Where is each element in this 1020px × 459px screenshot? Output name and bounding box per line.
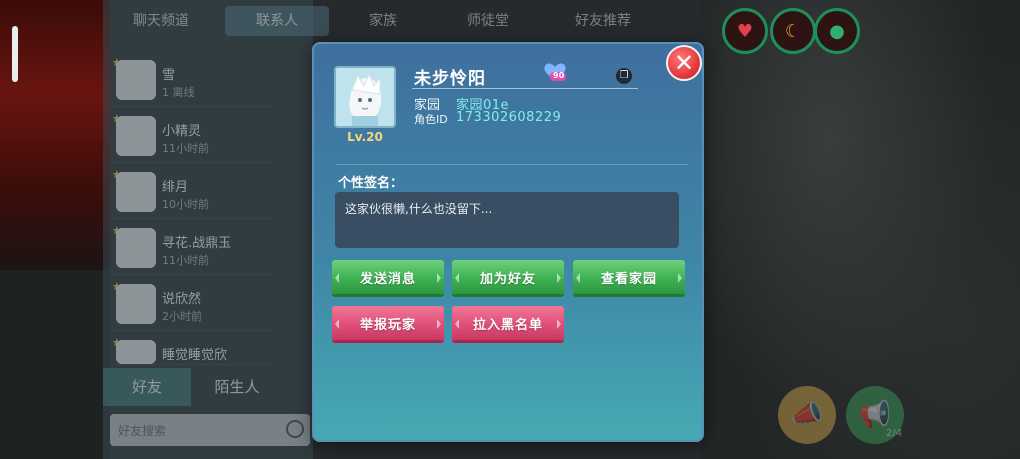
search-placeholder: 好友搜索 <box>118 424 167 438</box>
contact-name: 睡觉睡觉欣 <box>162 348 228 363</box>
arrow-right-icon <box>678 273 682 283</box>
tab-strangers[interactable]: 陌生人 <box>193 368 281 406</box>
tab-contacts[interactable]: 联系人 <box>225 6 329 36</box>
contact-name: 小精灵 <box>162 124 202 139</box>
megaphone-icon[interactable]: 📣 <box>778 386 836 444</box>
avatar <box>116 172 156 212</box>
avatar <box>116 116 156 156</box>
arrow-left-icon <box>576 273 580 283</box>
avatar <box>116 340 156 364</box>
signature-box: 这家伙很懒,什么也没留下... <box>335 192 679 248</box>
action-badge: 2/4 <box>886 428 903 439</box>
contact-status: 10小时前 <box>162 198 209 211</box>
contact-status: 2小时前 <box>162 310 202 323</box>
contact-row[interactable]: ★ 雪 1 离线 <box>112 54 272 107</box>
report-player-button[interactable]: 举报玩家 <box>332 306 444 343</box>
avatar <box>116 284 156 324</box>
arrow-right-icon <box>437 273 441 283</box>
player-level: Lv.20 <box>347 130 383 144</box>
close-button[interactable]: ✕ <box>666 45 702 81</box>
friend-search-input[interactable]: 好友搜索 <box>110 414 310 446</box>
arrow-right-icon <box>557 273 561 283</box>
contact-row[interactable]: ★ 小精灵 11小时前 <box>112 110 272 163</box>
badge-number: 90 <box>553 71 565 80</box>
tab-friend-recommend[interactable]: 好友推荐 <box>553 6 653 36</box>
add-friend-label: 加为好友 <box>479 271 536 287</box>
contact-name: 说欣然 <box>162 292 202 307</box>
arrow-right-icon <box>437 319 441 329</box>
blacklist-button[interactable]: 拉入黑名单 <box>452 306 564 343</box>
contact-status: 1 离线 <box>162 86 195 99</box>
contact-row[interactable]: ★ 寻花.战鼎玉 11小时前 <box>112 222 272 275</box>
name-divider <box>412 88 638 89</box>
top-tab-bar: 聊天频道 联系人 家族 师徒堂 好友推荐 <box>103 0 663 40</box>
arrow-left-icon <box>335 319 339 329</box>
player-name: 未步怜阳 <box>414 69 486 89</box>
send-message-label: 发送消息 <box>359 271 416 287</box>
arrow-left-icon <box>455 319 459 329</box>
contact-row[interactable]: ★ 睡觉睡觉欣 <box>112 334 272 365</box>
role-id-value: 173302608229 <box>456 110 562 125</box>
scroll-indicator[interactable] <box>12 26 18 82</box>
avatar <box>116 228 156 268</box>
report-player-label: 举报玩家 <box>359 317 416 333</box>
signature-text: 这家伙很懒,什么也没留下... <box>345 202 493 216</box>
copy-icon[interactable]: ❐ <box>616 68 632 84</box>
bottom-tab-bar: 好友 陌生人 <box>103 368 313 406</box>
view-home-label: 查看家园 <box>600 271 657 287</box>
contact-name: 寻花.战鼎玉 <box>162 236 232 251</box>
add-friend-button[interactable]: 加为好友 <box>452 260 564 297</box>
arrow-left-icon <box>335 273 339 283</box>
tab-family[interactable]: 家族 <box>343 6 423 36</box>
moon-icon[interactable]: ☾ <box>770 8 816 54</box>
view-home-button[interactable]: 查看家园 <box>573 260 685 297</box>
heart-icon[interactable]: ♥ <box>722 8 768 54</box>
blacklist-label: 拉入黑名单 <box>472 317 543 333</box>
background-shadow <box>0 270 110 459</box>
contact-name: 绯月 <box>162 180 189 195</box>
arrow-right-icon <box>557 319 561 329</box>
drop-icon[interactable]: ● <box>814 8 860 54</box>
search-icon[interactable] <box>286 420 304 438</box>
tab-mentor[interactable]: 师徒堂 <box>443 6 533 36</box>
contact-name: 雪 <box>162 68 176 83</box>
section-divider <box>336 164 688 165</box>
contact-status: 11小时前 <box>162 254 209 267</box>
contact-status: 11小时前 <box>162 142 209 155</box>
role-id-label: 角色ID <box>414 113 448 126</box>
signature-label: 个性签名： <box>338 176 404 191</box>
send-message-button[interactable]: 发送消息 <box>332 260 444 297</box>
tab-friends[interactable]: 好友 <box>103 368 191 406</box>
close-icon: ✕ <box>673 49 695 77</box>
player-avatar-art <box>336 68 394 126</box>
tab-chat-channel[interactable]: 聊天频道 <box>111 6 211 36</box>
contact-row[interactable]: ★ 绯月 10小时前 <box>112 166 272 219</box>
contact-row[interactable]: ★ 说欣然 2小时前 <box>112 278 272 331</box>
arrow-left-icon <box>455 273 459 283</box>
vip-badge-icon: 90 <box>540 60 570 84</box>
player-avatar <box>334 66 396 128</box>
avatar <box>116 60 156 100</box>
